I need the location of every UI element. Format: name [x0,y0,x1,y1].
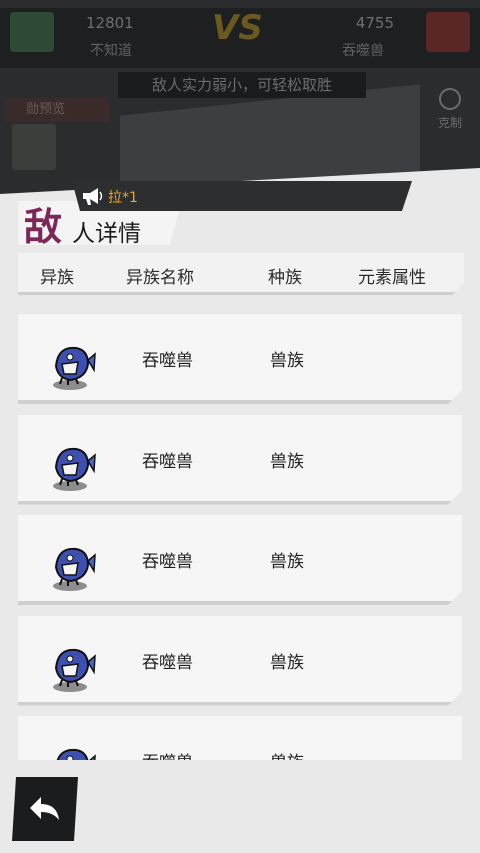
header-element: 元素属性 [358,268,426,288]
player-power: 12801 [86,14,134,32]
player-name: 不知道 [90,43,132,59]
enemy-power: 4755 [355,14,394,32]
header-alien: 异族 [40,268,74,288]
battle-background: 12801 不知道 VS 4755 吞噬兽 敌人实力弱小，可轻松取胜 勋预览 克… [0,0,480,200]
table-row[interactable]: 吞噬兽 兽族 [18,515,462,605]
share-label: 克制 [437,116,462,130]
enemy-name: 吞噬兽 [342,43,384,59]
back-button[interactable] [12,777,78,841]
enemy-race: 兽族 [270,351,304,371]
enemy-race: 兽族 [270,552,304,572]
enemy-name: 吞噬兽 [142,748,193,760]
header-name: 异族名称 [126,268,194,288]
enemy-name: 吞噬兽 [142,351,193,371]
enemy-race: 兽族 [270,652,304,673]
enemy-name: 吞噬兽 [142,652,193,673]
fish-monster-icon [53,346,96,390]
enemy-name: 吞噬兽 [142,552,193,572]
vs-label: VS [212,8,263,48]
header-race: 种族 [268,268,302,288]
fish-monster-icon [53,447,96,491]
battle-hint: 敌人实力弱小，可轻松取胜 [118,72,366,98]
announcement-ribbon: 拉*1 [72,181,412,211]
table-header: 异族 异族名称 种族 元素属性 [18,253,464,295]
megaphone-icon [83,188,103,205]
back-arrow-icon [30,797,59,820]
enemy-race: 兽族 [270,748,304,760]
fish-monster-icon [54,748,96,760]
enemy-race: 兽族 [270,451,304,472]
player-avatar [10,12,54,52]
enemy-avatar [426,12,470,52]
share-button: 克制 [430,88,470,138]
title-first-char: 敌 [24,204,63,249]
preview-card [12,124,56,170]
enemy-name: 吞噬兽 [142,451,193,472]
table-row[interactable]: 吞噬兽 兽族 [18,314,462,404]
table-row[interactable]: 吞噬兽 兽族 [18,615,462,706]
fish-monster-icon [53,648,96,692]
share-icon [439,88,461,110]
table-row[interactable]: 吞噬兽 兽族 [18,414,462,505]
page-title: 人详情 [72,221,141,247]
table-row[interactable]: 吞噬兽 兽族 [18,716,462,760]
fish-monster-icon [53,547,96,591]
preview-label: 勋预览 [6,98,110,122]
enemy-list[interactable]: 吞噬兽 兽族 吞噬兽 兽族 吞噬兽 兽族 吞噬兽 兽族 [18,314,462,760]
announcement-text: 拉*1 [108,190,138,206]
